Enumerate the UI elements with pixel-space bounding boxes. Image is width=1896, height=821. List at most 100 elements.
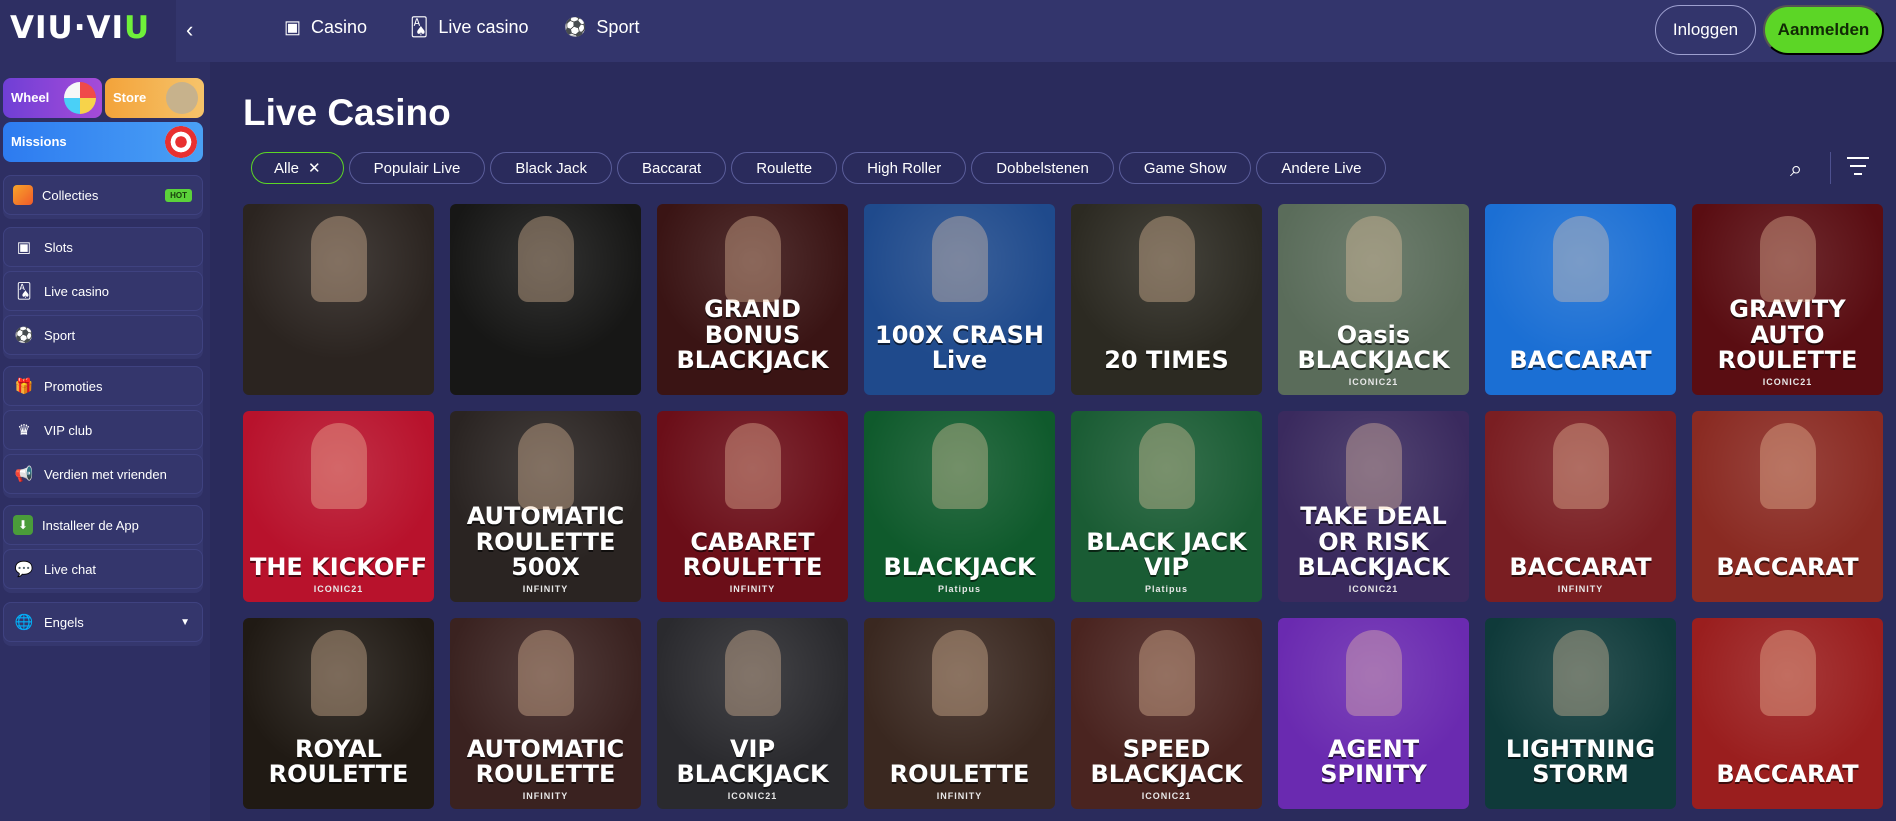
game-card[interactable]: TAKE DEAL OR RISK BLACKJACK ICONIC21: [1278, 411, 1469, 602]
collapse-sidebar-icon[interactable]: ‹: [186, 17, 193, 43]
filter-chip-label: Black Jack: [515, 159, 588, 177]
filter-chip-dobbelstenen[interactable]: Dobbelstenen: [971, 152, 1114, 184]
close-icon[interactable]: ✕: [308, 159, 321, 177]
sidebar-item-promoties[interactable]: 🎁 Promoties: [3, 366, 203, 406]
missions-tile[interactable]: Missions: [3, 122, 203, 162]
sidebar-item-verdien-met-vrienden[interactable]: 📢 Verdien met vrienden: [3, 454, 203, 494]
sidebar-item-slots[interactable]: ▣ Slots: [3, 227, 203, 267]
download-icon: ⬇: [13, 515, 33, 535]
sidebar-item-sport[interactable]: ⚽ Sport: [3, 315, 203, 355]
logo-dot: ·: [73, 10, 87, 46]
divider: [1830, 152, 1831, 184]
game-card[interactable]: BACCARAT: [1692, 618, 1883, 809]
filter-chip-andere-live[interactable]: Andere Live: [1256, 152, 1387, 184]
filter-chip-game-show[interactable]: Game Show: [1118, 152, 1252, 184]
topnav-sport[interactable]: ⚽ Sport: [564, 17, 639, 38]
cards-icon: 🂡: [16, 283, 32, 300]
sidebar: VIU·VIU Wheel Store Missions Collecties …: [0, 0, 210, 821]
soccer-ball-icon: ⚽: [564, 17, 587, 37]
filter-chip-black-jack[interactable]: Black Jack: [490, 152, 613, 184]
game-title: AGENT SPINITY: [1320, 734, 1427, 788]
filter-icon[interactable]: [1846, 157, 1870, 181]
game-title: Oasis BLACKJACK: [1297, 320, 1450, 374]
game-thumbnail: [931, 630, 988, 716]
sidebar-item-label: Live chat: [44, 561, 97, 577]
game-thumbnail: [517, 630, 574, 716]
game-card[interactable]: LIGHTNING STORM: [1485, 618, 1676, 809]
login-button[interactable]: Inloggen: [1655, 5, 1756, 55]
store-tile[interactable]: Store: [105, 78, 204, 118]
slot-machine-icon: ▣: [16, 239, 32, 256]
game-thumbnail: [1759, 423, 1816, 509]
game-card[interactable]: GRAVITY AUTO ROULETTE ICONIC21: [1692, 204, 1883, 395]
sidebar-item-label: VIP club: [44, 422, 93, 438]
game-title: CABARET ROULETTE: [682, 527, 823, 581]
game-card[interactable]: BACCARAT: [1692, 411, 1883, 602]
sidebar-item-label: Live casino: [44, 283, 110, 299]
game-card[interactable]: AUTOMATIC ROULETTE 500X INFINITY: [450, 411, 641, 602]
game-card[interactable]: ROULETTE INFINITY: [864, 618, 1055, 809]
filter-chip-high-roller[interactable]: High Roller: [842, 152, 967, 184]
filter-chips: Alle ✕ Populair Live Black Jack Baccarat…: [251, 152, 1387, 184]
game-card[interactable]: Oasis BLACKJACK ICONIC21: [1278, 204, 1469, 395]
game-thumbnail: [1552, 423, 1609, 509]
game-card[interactable]: 100X CRASH Live: [864, 204, 1055, 395]
live-cards-icon: 🂡: [410, 17, 429, 37]
game-provider: Platipus: [937, 584, 981, 594]
game-provider: INFINITY: [1557, 584, 1604, 594]
sidebar-item-vip-club[interactable]: ♛ VIP club: [3, 410, 203, 450]
game-card[interactable]: BLACKJACK Platipus: [864, 411, 1055, 602]
logo[interactable]: VIU·VIU: [10, 10, 150, 46]
game-card[interactable]: VIP BLACKJACK ICONIC21: [657, 618, 848, 809]
topnav-label: Casino: [311, 17, 368, 37]
sidebar-item-installeer-app[interactable]: ⬇ Installeer de App: [3, 505, 203, 545]
sidebar-item-live-casino[interactable]: 🂡 Live casino: [3, 271, 203, 311]
topnav-casino[interactable]: ▣ Casino: [284, 17, 367, 38]
game-card[interactable]: GRAND BONUS BLACKJACK: [657, 204, 848, 395]
filter-chip-roulette[interactable]: Roulette: [731, 152, 838, 184]
filter-chip-label: Roulette: [756, 159, 813, 177]
register-button[interactable]: Aanmelden: [1763, 5, 1884, 55]
game-title: BACCARAT: [1509, 552, 1652, 581]
filter-chip-label: Baccarat: [642, 159, 702, 177]
logo-text-u: U: [124, 10, 151, 46]
game-thumbnail: [1138, 423, 1195, 509]
language-select[interactable]: 🌐 Engels ▼: [3, 602, 203, 642]
game-card[interactable]: CABARET ROULETTE INFINITY: [657, 411, 848, 602]
game-card[interactable]: BACCARAT: [1485, 204, 1676, 395]
game-title: AUTOMATIC ROULETTE: [466, 734, 625, 788]
game-card[interactable]: THE KICKOFF ICONIC21: [243, 411, 434, 602]
game-thumbnail: [1552, 216, 1609, 302]
game-provider: ICONIC21: [1348, 584, 1399, 594]
game-card[interactable]: SPEED BLACKJACK ICONIC21: [1071, 618, 1262, 809]
nav-group-collections: Collecties HOT: [3, 175, 203, 219]
filter-chip-label: Populair Live: [373, 159, 461, 177]
game-card[interactable]: [450, 204, 641, 395]
game-title: 100X CRASH Live: [875, 320, 1044, 374]
game-card[interactable]: [243, 204, 434, 395]
wheel-tile[interactable]: Wheel: [3, 78, 102, 118]
game-thumbnail: [1138, 630, 1195, 716]
wheel-label: Wheel: [11, 90, 50, 105]
game-thumbnail: [724, 423, 781, 509]
game-card[interactable]: AGENT SPINITY: [1278, 618, 1469, 809]
game-card[interactable]: ROYAL ROULETTE: [243, 618, 434, 809]
game-card[interactable]: BACCARAT INFINITY: [1485, 411, 1676, 602]
game-provider: ICONIC21: [1762, 377, 1813, 387]
game-provider: INFINITY: [522, 584, 569, 594]
filter-chip-alle[interactable]: Alle ✕: [251, 152, 344, 184]
game-card[interactable]: AUTOMATIC ROULETTE INFINITY: [450, 618, 641, 809]
sidebar-item-label: Collecties: [42, 187, 99, 203]
game-thumbnail: [1345, 423, 1402, 509]
sidebar-item-live-chat[interactable]: 💬 Live chat: [3, 549, 203, 589]
filter-chip-populair-live[interactable]: Populair Live: [348, 152, 486, 184]
filter-chip-baccarat[interactable]: Baccarat: [617, 152, 727, 184]
search-icon[interactable]: ⌕: [1790, 156, 1802, 182]
language-label: Engels: [44, 614, 84, 630]
game-provider: ICONIC21: [727, 791, 778, 801]
sidebar-item-collecties[interactable]: Collecties HOT: [3, 175, 203, 215]
game-title: GRAND BONUS BLACKJACK: [676, 295, 829, 374]
game-card[interactable]: 20 TIMES: [1071, 204, 1262, 395]
topnav-live-casino[interactable]: 🂡 Live casino: [410, 17, 528, 38]
game-card[interactable]: BLACK JACK VIP Platipus: [1071, 411, 1262, 602]
